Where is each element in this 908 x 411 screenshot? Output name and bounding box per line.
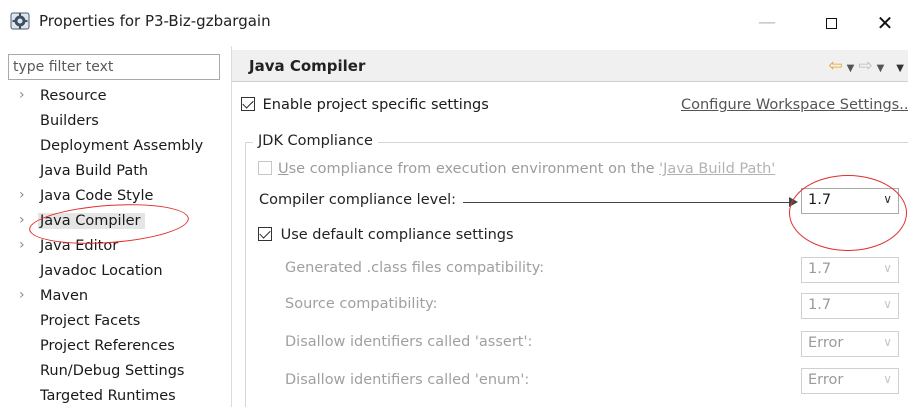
source-compatibility-label: Source compatibility: xyxy=(285,296,438,312)
annotation-circle-compliance-level xyxy=(789,175,907,251)
maximize-button[interactable] xyxy=(808,7,854,39)
page-header: Java Compiler ⇦ ▼ ⇨ ▼ ▼ xyxy=(232,50,908,82)
expand-arrow-icon[interactable]: › xyxy=(19,287,25,303)
pane-divider[interactable] xyxy=(231,46,232,407)
group-title: JDK Compliance xyxy=(253,133,378,149)
minimize-button[interactable]: — xyxy=(744,7,790,39)
source-compatibility-select[interactable]: 1.7 ∨ xyxy=(801,293,899,319)
checkbox-label: Enable project specific settings xyxy=(262,97,489,113)
select-value: 1.7 xyxy=(808,297,832,313)
class-files-compatibility-label: Generated .class files compatibility: xyxy=(285,260,545,276)
chevron-down-icon[interactable]: ▼ xyxy=(877,63,885,74)
select-value: Error xyxy=(808,372,844,388)
configure-workspace-settings-link[interactable]: Configure Workspace Settings... xyxy=(681,97,908,113)
tree-item-label: Deployment Assembly xyxy=(40,138,204,154)
tree-item-label: Java Build Path xyxy=(40,163,149,179)
checkbox-label: Use default compliance settings xyxy=(280,227,514,243)
tree-item-label: Run/Debug Settings xyxy=(40,363,185,379)
checkbox-unchecked-icon[interactable] xyxy=(258,161,272,175)
use-default-compliance-checkbox[interactable]: Use default compliance settings xyxy=(258,227,514,243)
class-files-compatibility-select[interactable]: 1.7 ∨ xyxy=(801,257,899,283)
select-value: 1.7 xyxy=(808,261,832,277)
expand-arrow-icon[interactable]: › xyxy=(19,87,25,103)
back-arrow-icon[interactable]: ⇦ xyxy=(828,56,842,76)
expand-arrow-icon[interactable]: › xyxy=(19,187,25,203)
compliance-level-label: Compiler compliance level: xyxy=(259,192,457,208)
filter-input[interactable] xyxy=(8,54,220,80)
tree-item-label: Project References xyxy=(40,338,175,354)
select-value: Error xyxy=(808,335,844,351)
enable-project-settings-checkbox[interactable]: Enable project specific settings xyxy=(241,97,489,113)
expand-arrow-icon[interactable]: › xyxy=(19,212,25,228)
tree-item-label: Builders xyxy=(40,113,99,129)
enum-identifiers-select[interactable]: Error ∨ xyxy=(801,368,899,394)
tree-item-label: Project Facets xyxy=(40,313,141,329)
page-title: Java Compiler xyxy=(249,57,366,75)
enum-identifiers-label: Disallow identifiers called 'enum': xyxy=(285,372,530,388)
tree-item-label: Maven xyxy=(40,288,89,304)
gear-app-icon xyxy=(10,11,30,31)
checkbox-checked-icon[interactable] xyxy=(258,227,272,241)
use-compliance-from-ee-checkbox[interactable]: Use compliance from execution environmen… xyxy=(258,161,775,177)
forward-arrow-icon[interactable]: ⇨ xyxy=(858,56,872,76)
page-navigation: ⇦ ▼ ⇨ ▼ ▼ xyxy=(828,56,904,76)
assert-identifiers-label: Disallow identifiers called 'assert': xyxy=(285,334,533,350)
chevron-down-icon: ∨ xyxy=(883,297,892,311)
title-bar: Properties for P3-Biz-gzbargain — ✕ xyxy=(0,0,908,46)
mnemonic-letter: U xyxy=(278,161,289,177)
chevron-down-icon[interactable]: ▼ xyxy=(847,63,855,74)
checkbox-label: se compliance from execution environment… xyxy=(288,161,660,177)
tree-item-label: Targeted Runtimes xyxy=(40,388,176,404)
view-menu-icon[interactable]: ▼ xyxy=(896,63,904,74)
checkbox-checked-icon[interactable] xyxy=(241,97,255,111)
tree-item-label: Resource xyxy=(40,88,107,104)
annotation-circle-java-compiler xyxy=(27,199,191,249)
chevron-down-icon: ∨ xyxy=(883,261,892,275)
chevron-down-icon: ∨ xyxy=(883,372,892,386)
close-button[interactable]: ✕ xyxy=(862,7,908,39)
window-title: Properties for P3-Biz-gzbargain xyxy=(39,12,271,30)
chevron-down-icon: ∨ xyxy=(883,335,892,349)
annotation-arrow-line xyxy=(463,202,791,203)
maximize-icon xyxy=(825,17,837,29)
tree-item-label: Javadoc Location xyxy=(40,263,163,279)
java-build-path-link[interactable]: 'Java Build Path' xyxy=(659,161,775,177)
assert-identifiers-select[interactable]: Error ∨ xyxy=(801,331,899,357)
expand-arrow-icon[interactable]: › xyxy=(19,237,25,253)
tree-item-label: Java Code Style xyxy=(40,188,154,204)
